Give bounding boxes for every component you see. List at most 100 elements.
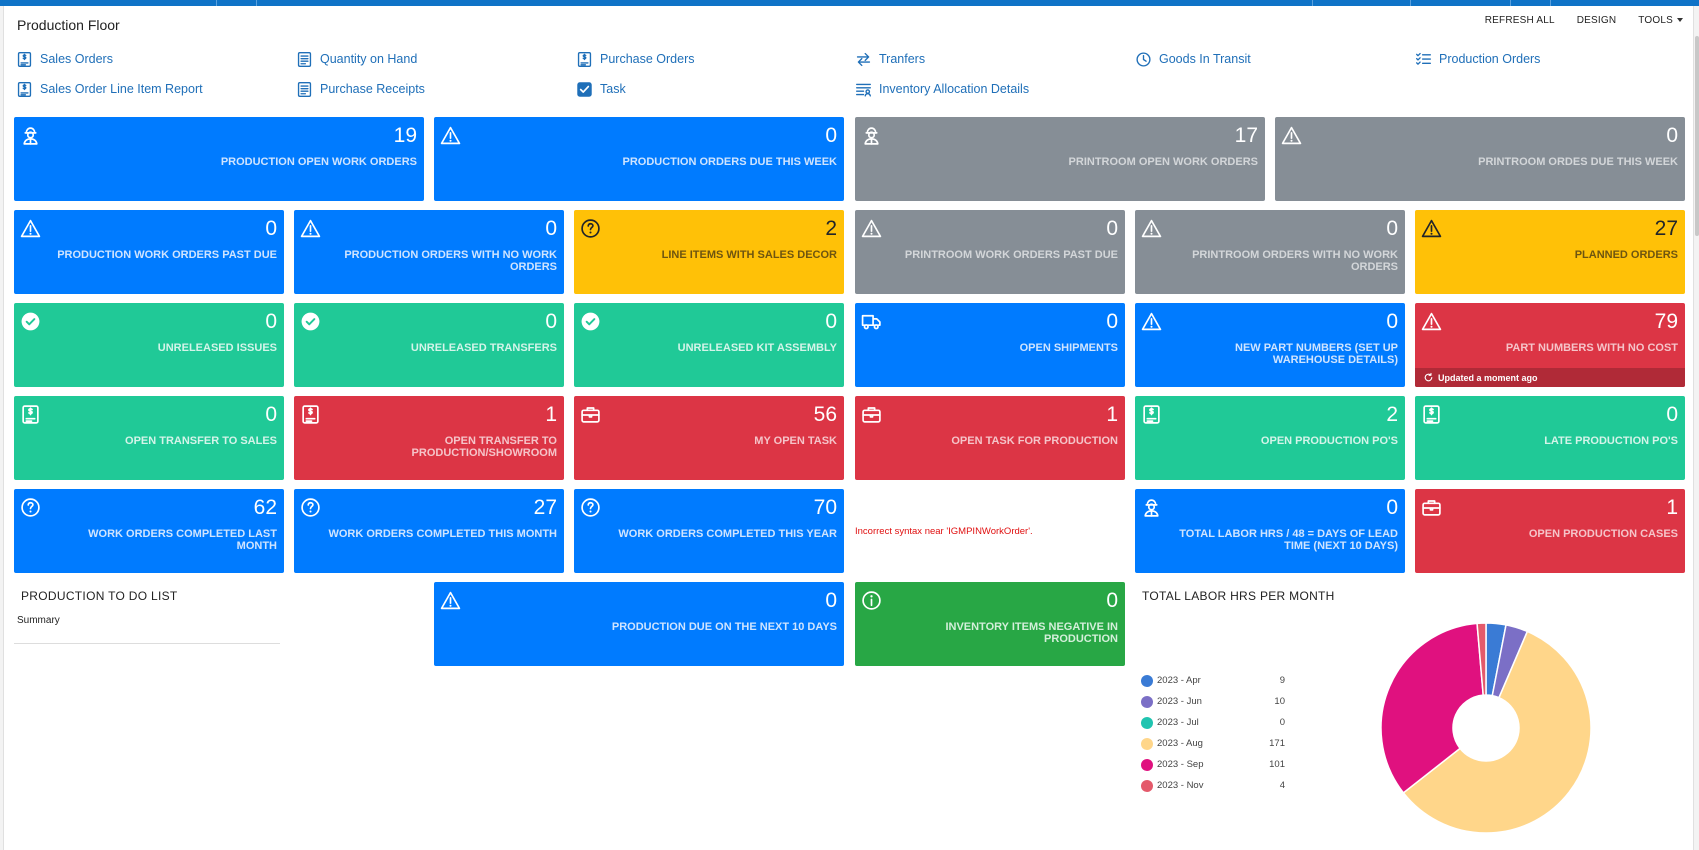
tile-work-orders-completed-this-year[interactable]: 70 WORK ORDERS COMPLETED THIS YEAR <box>574 489 844 573</box>
tile-value: 19 <box>393 124 417 147</box>
tile-label: TOTAL LABOR HRS / 48 = DAYS OF LEAD TIME… <box>1179 528 1398 552</box>
tile-printroom-ordes-due-this-week[interactable]: 0 PRINTROOM ORDES DUE THIS WEEK <box>1275 117 1685 201</box>
tile-unreleased-transfers[interactable]: 0 UNRELEASED TRANSFERS <box>294 303 564 387</box>
legend-item[interactable]: 2023 - Jul 0 <box>1141 712 1285 733</box>
link-quantity-on-hand[interactable]: Quantity on Hand <box>296 49 417 69</box>
link-goods-in-transit[interactable]: Goods In Transit <box>1135 49 1251 69</box>
chart-title: TOTAL LABOR HRS PER MONTH <box>1142 589 1335 603</box>
tile-total-labor-hrs-48-days-of-lead-time-next-10-days[interactable]: 0 TOTAL LABOR HRS / 48 = DAYS OF LEAD TIM… <box>1135 489 1405 573</box>
check-circle-icon <box>300 311 321 332</box>
tile-open-task-for-production[interactable]: 1 OPEN TASK FOR PRODUCTION <box>855 396 1125 480</box>
warning-icon <box>440 590 461 611</box>
tile-label: PRINTROOM OPEN WORK ORDERS <box>1068 156 1258 168</box>
tile-production-open-work-orders[interactable]: 19 PRODUCTION OPEN WORK ORDERS <box>14 117 424 201</box>
document-dollar-icon <box>576 51 593 68</box>
legend-swatch <box>1141 674 1153 687</box>
tile-label: UNRELEASED KIT ASSEMBLY <box>677 342 837 354</box>
truck-icon <box>861 311 882 332</box>
tile-printroom-open-work-orders[interactable]: 17 PRINTROOM OPEN WORK ORDERS <box>855 117 1265 201</box>
design-button[interactable]: DESIGN <box>1577 15 1617 26</box>
tile-new-part-numbers-set-up-warehouse-details[interactable]: 0 NEW PART NUMBERS (SET UP WAREHOUSE DETA… <box>1135 303 1405 387</box>
link-production-orders[interactable]: Production Orders <box>1415 49 1540 69</box>
legend-value: 10 <box>1274 696 1285 707</box>
legend-value: 0 <box>1279 717 1285 728</box>
legend-item[interactable]: 2023 - Sep 101 <box>1141 754 1285 775</box>
warning-icon <box>1421 311 1442 332</box>
tile-label: WORK ORDERS COMPLETED THIS YEAR <box>618 528 837 540</box>
tile-production-due-on-the-next-10-days[interactable]: 0 PRODUCTION DUE ON THE NEXT 10 DAYS <box>434 582 844 666</box>
tile-value: 0 <box>545 217 557 240</box>
tile-printroom-orders-with-no-work-orders[interactable]: 0 PRINTROOM ORDERS WITH NO WORK ORDERS <box>1135 210 1405 294</box>
vertical-scrollbar[interactable] <box>1693 6 1699 850</box>
labor-hours-donut-chart[interactable] <box>1378 620 1594 836</box>
tile-value: 2 <box>825 217 837 240</box>
document-dollar-icon <box>1141 404 1162 425</box>
tile-value: 27 <box>533 496 557 519</box>
tile-open-transfer-to-sales[interactable]: 0 OPEN TRANSFER TO SALES <box>14 396 284 480</box>
tile-value: 0 <box>265 310 277 333</box>
scrollbar-thumb[interactable] <box>1695 36 1699 236</box>
tile-inventory-items-negative-in-production[interactable]: 0 INVENTORY ITEMS NEGATIVE IN PRODUCTION <box>855 582 1125 666</box>
tile-label: OPEN TRANSFER TO PRODUCTION/SHOWROOM <box>411 435 557 459</box>
link-sales-orders[interactable]: Sales Orders <box>16 49 113 69</box>
tile-value: 0 <box>1386 217 1398 240</box>
error-message: Incorrect syntax near 'IGMPINWorkOrder'. <box>855 526 1033 537</box>
worker-icon <box>1141 497 1162 518</box>
tile-open-shipments[interactable]: 0 OPEN SHIPMENTS <box>855 303 1125 387</box>
link-purchase-receipts[interactable]: Purchase Receipts <box>296 79 425 99</box>
tile-late-production-po-s[interactable]: 0 LATE PRODUCTION PO'S <box>1415 396 1685 480</box>
link-task[interactable]: Task <box>576 79 626 99</box>
tile-value: 70 <box>813 496 837 519</box>
tile-value: 0 <box>545 310 557 333</box>
tile-line-items-with-sales-decor[interactable]: 2 LINE ITEMS WITH SALES DECOR <box>574 210 844 294</box>
link-label: Quantity on Hand <box>320 52 418 66</box>
link-purchase-orders[interactable]: Purchase Orders <box>576 49 694 69</box>
tile-value: 0 <box>1666 403 1678 426</box>
tile-part-numbers-with-no-cost[interactable]: 79 PART NUMBERS WITH NO COST Updated a mom… <box>1415 303 1685 387</box>
link-tranfers[interactable]: Tranfers <box>855 49 925 69</box>
legend-value: 171 <box>1269 738 1285 749</box>
tile-unreleased-kit-assembly[interactable]: 0 UNRELEASED KIT ASSEMBLY <box>574 303 844 387</box>
link-sales-order-line-item-report[interactable]: Sales Order Line Item Report <box>16 79 203 99</box>
tile-production-orders-due-this-week[interactable]: 0 PRODUCTION ORDERS DUE THIS WEEK <box>434 117 844 201</box>
tile-open-production-cases[interactable]: 1 OPEN PRODUCTION CASES <box>1415 489 1685 573</box>
tile-printroom-work-orders-past-due[interactable]: 0 PRINTROOM WORK ORDERS PAST DUE <box>855 210 1125 294</box>
question-icon <box>580 218 601 239</box>
tile-label: NEW PART NUMBERS (SET UP WAREHOUSE DETAI… <box>1235 342 1398 366</box>
tile-work-orders-completed-last-month[interactable]: 62 WORK ORDERS COMPLETED LAST MONTH <box>14 489 284 573</box>
legend-item[interactable]: 2023 - Nov 4 <box>1141 775 1285 796</box>
check-circle-icon <box>20 311 41 332</box>
checkbox-icon <box>576 81 593 98</box>
tile-unreleased-issues[interactable]: 0 UNRELEASED ISSUES <box>14 303 284 387</box>
tile-open-production-po-s[interactable]: 2 OPEN PRODUCTION PO'S <box>1135 396 1405 480</box>
tile-value: 0 <box>825 124 837 147</box>
legend-item[interactable]: 2023 - Aug 171 <box>1141 733 1285 754</box>
tile-production-orders-with-no-work-orders[interactable]: 0 PRODUCTION ORDERS WITH NO WORK ORDERS <box>294 210 564 294</box>
tile-work-orders-completed-this-month[interactable]: 27 WORK ORDERS COMPLETED THIS MONTH <box>294 489 564 573</box>
legend-item[interactable]: 2023 - Jun 10 <box>1141 691 1285 712</box>
tile-open-transfer-to-production-showroom[interactable]: 1 OPEN TRANSFER TO PRODUCTION/SHOWROOM <box>294 396 564 480</box>
tools-menu-button[interactable]: TOOLS <box>1638 15 1683 26</box>
legend-item[interactable]: 2023 - Apr 9 <box>1141 670 1285 691</box>
todo-list-title: PRODUCTION TO DO LIST <box>21 589 178 603</box>
legend-label: 2023 - Jun <box>1157 696 1202 707</box>
link-label: Purchase Receipts <box>320 82 425 96</box>
legend-value: 4 <box>1279 780 1285 791</box>
tile-label: OPEN SHIPMENTS <box>1019 342 1118 354</box>
tile-label: LATE PRODUCTION PO'S <box>1544 435 1678 447</box>
checklist-icon <box>1415 51 1432 68</box>
refresh-all-button[interactable]: REFRESH ALL <box>1485 15 1555 26</box>
tile-value: 79 <box>1654 310 1678 333</box>
tile-label: WORK ORDERS COMPLETED THIS MONTH <box>328 528 557 540</box>
tile-footer: Updated a moment ago <box>1415 368 1685 387</box>
legend-value: 9 <box>1279 675 1285 686</box>
chevron-down-icon <box>1677 18 1683 23</box>
tile-my-open-task[interactable]: 56 MY OPEN TASK <box>574 396 844 480</box>
document-dollar-icon <box>1421 404 1442 425</box>
link-inventory-allocation-details[interactable]: Inventory Allocation Details <box>855 79 1029 99</box>
tile-production-work-orders-past-due[interactable]: 0 PRODUCTION WORK ORDERS PAST DUE <box>14 210 284 294</box>
tile-value: 0 <box>1106 589 1118 612</box>
warning-icon <box>1421 218 1442 239</box>
tile-planned-orders[interactable]: 27 PLANNED ORDERS <box>1415 210 1685 294</box>
tile-value: 56 <box>813 403 837 426</box>
